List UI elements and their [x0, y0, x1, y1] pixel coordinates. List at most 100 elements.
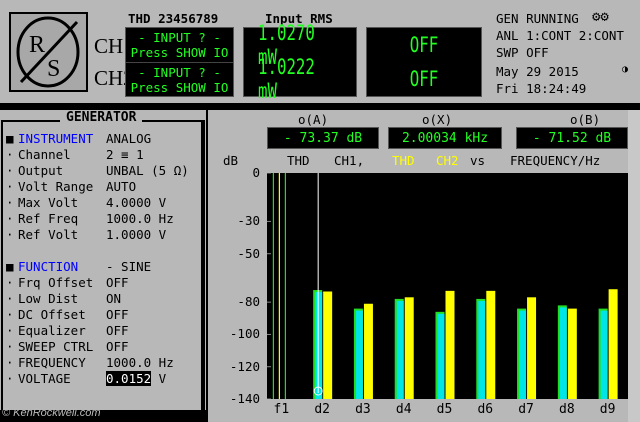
bar-cyan-d3	[355, 310, 363, 399]
gen-row-voltage[interactable]: · VOLTAGE 0.0152 V	[6, 370, 166, 386]
gen-row-value: OFF	[106, 306, 129, 322]
x-tick-label: d4	[395, 402, 412, 417]
gen-row-marker: ·	[6, 274, 14, 290]
legend-ch2: CH2	[436, 153, 459, 168]
y-tick-label: -120	[229, 358, 260, 374]
gen-row-label: Ref Freq	[18, 210, 79, 226]
ch2-input-status: - INPUT ? - Press SHOW IO	[126, 62, 233, 96]
gen-row-low-dist[interactable]: · Low Dist ON	[6, 290, 121, 306]
rms-panel[interactable]: 1.0270 mW 1.0222 mW	[243, 21, 357, 103]
gen-row-frq-offset[interactable]: · Frq Offset OFF	[6, 274, 129, 290]
y-tick-label: -30	[237, 213, 260, 229]
bar-thd-d4	[404, 297, 414, 399]
gen-row-label: FUNCTION	[18, 258, 79, 274]
gen-row-instrument[interactable]: ■ INSTRUMENT ANALOG	[6, 130, 151, 146]
channel-input-panel[interactable]: - INPUT ? - Press SHOW IO - INPUT ? - Pres…	[125, 27, 234, 97]
gen-row-channel[interactable]: · Channel 2 ≡ 1	[6, 146, 144, 162]
gen-row-label: Volt Range	[18, 178, 94, 194]
gen-row-label: Output	[18, 162, 64, 178]
bar-cyan-d5	[437, 313, 445, 399]
watermark-text: © KenRockwell.com	[2, 407, 101, 419]
gen-row-sweep-ctrl[interactable]: · SWEEP CTRL OFF	[6, 338, 129, 354]
ch2-rms-value: 1.0222 mW	[258, 55, 315, 103]
bar-thd-d3	[363, 303, 373, 399]
date-display: May 29 2015	[496, 64, 579, 79]
analyzer-status: ANL 1:CONT 2:CONT	[496, 28, 624, 43]
x-tick-label: d2	[314, 402, 330, 417]
bar-thd-d5	[445, 290, 455, 399]
generator-title: GENERATOR	[60, 110, 143, 125]
gen-row-equalizer[interactable]: · Equalizer OFF	[6, 322, 129, 338]
bar-cyan-d7	[519, 310, 527, 399]
running-icon: ⚙⚙	[592, 9, 609, 25]
status-panel[interactable]: OFF OFF	[366, 27, 482, 97]
gen-row-label: DC Offset	[18, 306, 86, 322]
gen-row-marker: ·	[6, 194, 14, 210]
bar-thd-d7	[527, 297, 537, 399]
bar-cyan-d9	[600, 310, 608, 399]
half-moon-icon: ◑	[622, 64, 629, 75]
gen-row-marker: ·	[6, 210, 14, 226]
cursor-x-value[interactable]: 2.00034 kHz	[388, 127, 502, 149]
legend-vs: vs	[470, 153, 486, 168]
gen-row-label: Ref Volt	[18, 226, 79, 242]
y-tick-label: -100	[229, 326, 260, 342]
svg-text:R: R	[29, 32, 45, 58]
gen-row-marker: ·	[6, 338, 14, 354]
cursor-a-value[interactable]: - 73.37 dB	[267, 127, 379, 149]
cursor-a-label: o(A)	[298, 112, 329, 127]
gen-row-ref-freq[interactable]: · Ref Freq 1000.0 Hz	[6, 210, 174, 226]
legend-thd: THD	[287, 153, 310, 168]
x-tick-label: d8	[559, 402, 575, 417]
generator-scrollbar[interactable]	[201, 120, 205, 410]
gen-row-value: AUTO	[106, 178, 137, 194]
gen-row-dc-offset[interactable]: · DC Offset OFF	[6, 306, 129, 322]
gen-row-volt-range[interactable]: · Volt Range AUTO	[6, 178, 136, 194]
legend-frequency: FREQUENCY/Hz	[510, 153, 601, 168]
gen-row-value: ON	[106, 290, 122, 306]
cursor-b-value[interactable]: - 71.52 dB	[516, 127, 628, 149]
chart-svg	[267, 172, 618, 400]
sweep-status: SWP OFF	[496, 45, 549, 60]
gen-row-value: UNBAL (5 Ω)	[106, 162, 189, 178]
gen-row-marker: ·	[6, 370, 14, 386]
gen-row-ref-volt[interactable]: · Ref Volt 1.0000 V	[6, 226, 166, 242]
gen-row-value: ANALOG	[106, 130, 152, 146]
gen-row-marker: ·	[6, 178, 14, 194]
gen-row-label: Max Volt	[18, 194, 79, 210]
bar-thd-d2	[323, 291, 333, 399]
gen-row-label: Channel	[18, 146, 71, 162]
gen-row-function[interactable]: ■ FUNCTION - SINE	[6, 258, 151, 274]
gen-row-value: 0.0152 V	[106, 370, 167, 386]
gen-row-marker: ·	[6, 146, 14, 162]
gen-row-value: 2 ≡ 1	[106, 146, 144, 162]
gen-row-label: Frq Offset	[18, 274, 94, 290]
graph-panel: o(A) o(X) o(B) - 73.37 dB 2.00034 kHz - …	[208, 110, 640, 422]
thd-bar-chart[interactable]	[267, 172, 634, 400]
gen-row-label: Equalizer	[18, 322, 86, 338]
voltage-input[interactable]: 0.0152	[106, 370, 152, 386]
bar-cyan-d4	[396, 300, 404, 399]
x-tick-label: f1	[273, 402, 290, 417]
y-tick-label: -80	[237, 294, 260, 310]
gen-running-status: GEN RUNNING	[496, 11, 579, 26]
gen-row-value: OFF	[106, 274, 129, 290]
gen-row-frequency[interactable]: · FREQUENCY 1000.0 Hz	[6, 354, 174, 370]
bar-cyan-d8	[559, 307, 567, 399]
x-tick-label: d3	[355, 402, 371, 417]
gen-row-value: OFF	[106, 322, 129, 338]
x-tick-label: d5	[436, 402, 453, 417]
right-scrollbar[interactable]	[628, 110, 640, 422]
gen-row-output[interactable]: · Output UNBAL (5 Ω)	[6, 162, 189, 178]
gen-row-marker: ·	[6, 162, 14, 178]
bar-thd-d9	[608, 289, 618, 399]
gen-row-value: 1000.0 Hz	[106, 210, 174, 226]
gen-row-value: - SINE	[106, 258, 152, 274]
x-tick-label: d7	[518, 402, 534, 417]
gen-row-marker: ■	[6, 130, 14, 146]
bar-cyan-d6	[478, 300, 486, 399]
time-display: Fri 18:24:49	[496, 81, 587, 96]
gen-row-marker: ·	[6, 226, 14, 242]
gen-row-max-volt[interactable]: · Max Volt 4.0000 V	[6, 194, 166, 210]
thd-label: THD 23456789	[128, 11, 219, 26]
